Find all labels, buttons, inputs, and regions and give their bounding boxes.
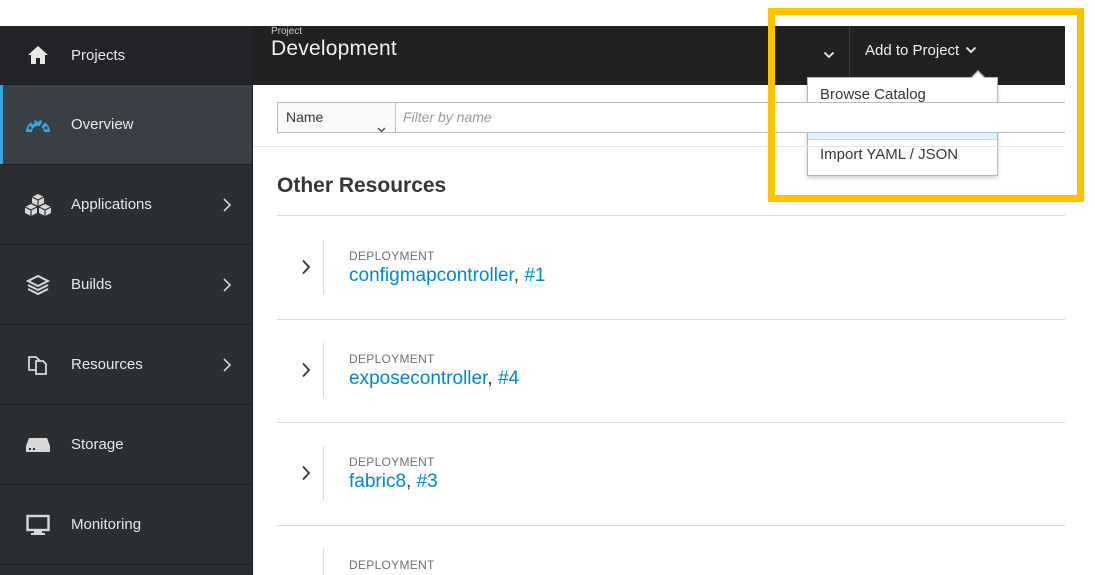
sidebar-item-storage[interactable]: Storage: [0, 405, 252, 485]
filter-input-placeholder: Filter by name: [403, 109, 492, 125]
resource-kind: DEPLOYMENT: [349, 558, 435, 572]
resource-separator: ,: [513, 265, 525, 286]
dashboard-icon: [23, 112, 53, 138]
sidebar-item-projects[interactable]: Projects: [0, 26, 252, 85]
sidebar-item-label: Projects: [71, 46, 126, 64]
chevron-down-icon: [965, 46, 977, 54]
cubes-icon: [23, 192, 53, 218]
chevron-down-icon: [377, 114, 386, 143]
chevron-right-icon: [302, 362, 311, 378]
add-to-project-button[interactable]: Add to Project: [865, 38, 977, 62]
sidebar-item-resources[interactable]: Resources: [0, 325, 252, 405]
resource-kind: DEPLOYMENT: [349, 352, 435, 366]
content-divider: [253, 146, 1065, 147]
files-icon: [23, 352, 53, 378]
menu-pointer-inner: [971, 71, 985, 79]
resource-kind: DEPLOYMENT: [349, 455, 435, 469]
filter-input[interactable]: Filter by name: [395, 102, 1065, 133]
layers-icon: [23, 272, 53, 298]
menu-item-import-yaml-json[interactable]: Import YAML / JSON: [808, 140, 997, 170]
sidebar-item-label: Applications: [71, 196, 152, 213]
chevron-right-icon: [302, 259, 311, 275]
sidebar-item-label: Monitoring: [71, 516, 142, 533]
sidebar-item-label: Storage: [71, 436, 124, 453]
monitor-icon: [23, 512, 53, 538]
resource-name-link[interactable]: exposecontroller: [349, 368, 487, 389]
resource-title: fabric8, #3: [349, 471, 438, 493]
resource-name-link[interactable]: configmapcontroller: [349, 265, 514, 286]
add-to-project-label: Add to Project: [865, 41, 960, 59]
sidebar-item-applications[interactable]: Applications: [0, 165, 252, 245]
resource-name-link[interactable]: fabric8: [349, 471, 406, 492]
sidebar-item-label: Builds: [71, 276, 112, 293]
resource-title: configmapcontroller, #1: [349, 265, 545, 287]
expand-row-toggle[interactable]: [298, 257, 314, 277]
project-name[interactable]: Development: [271, 37, 397, 61]
expand-row-toggle[interactable]: [298, 463, 314, 483]
row-divider: [323, 240, 324, 294]
filter-bar: Name Filter by name: [277, 102, 1065, 133]
resource-separator: ,: [406, 471, 417, 492]
row-separator: [277, 422, 1065, 423]
sidebar-item-monitoring[interactable]: Monitoring: [0, 485, 252, 565]
row-divider: [323, 549, 324, 575]
row-divider: [323, 446, 324, 500]
chevron-right-icon: [222, 197, 236, 212]
row-divider: [323, 343, 324, 397]
filter-field-value: Name: [286, 109, 324, 125]
home-icon: [23, 42, 53, 68]
filter-field-select[interactable]: Name: [277, 102, 396, 133]
chevron-right-icon: [222, 357, 236, 372]
row-separator: [277, 319, 1065, 320]
row-separator: [277, 525, 1065, 526]
chevron-right-icon: [302, 465, 311, 481]
resource-title: exposecontroller, #4: [349, 368, 519, 390]
sidebar-item-overview[interactable]: Overview: [0, 85, 252, 165]
sidebar-item-label: Resources: [71, 356, 143, 373]
hard-drive-icon: [23, 432, 53, 458]
resource-separator: ,: [487, 368, 498, 389]
sidebar-item-label: Overview: [71, 116, 134, 133]
resource-revision-link[interactable]: #4: [498, 368, 519, 389]
project-caption: Project: [271, 26, 303, 37]
section-divider: [277, 215, 1065, 216]
chevron-down-icon: [823, 51, 835, 59]
section-title: Other Resources: [277, 174, 447, 197]
resource-revision-link[interactable]: #3: [417, 471, 438, 492]
resource-revision-link[interactable]: #1: [524, 265, 545, 286]
project-switcher-button[interactable]: [818, 44, 840, 66]
sidebar-nav: Projects Overview Applications Builds Re…: [0, 26, 253, 575]
resource-kind: DEPLOYMENT: [349, 249, 435, 263]
chevron-right-icon: [222, 277, 236, 292]
expand-row-toggle[interactable]: [298, 360, 314, 380]
sidebar-item-builds[interactable]: Builds: [0, 245, 252, 325]
